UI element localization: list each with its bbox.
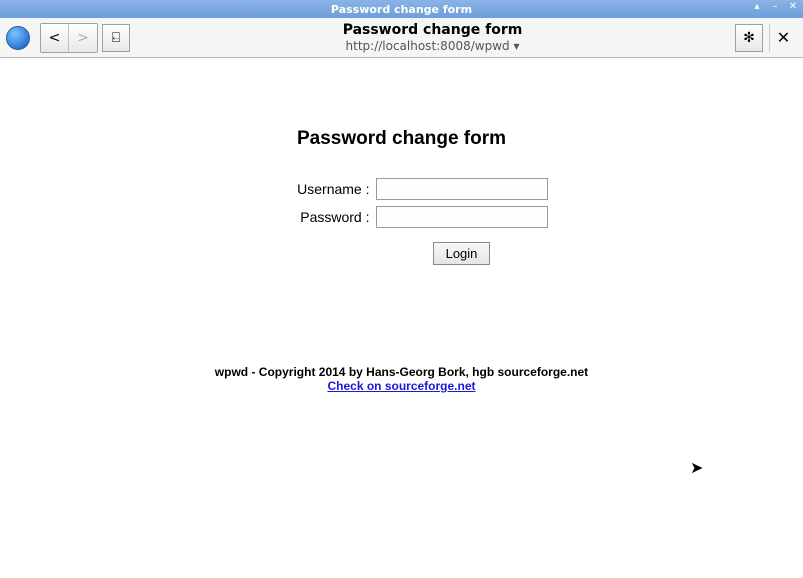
password-row: Password : <box>20 206 783 228</box>
browser-toolbar: < > ⍇ Password change form http://localh… <box>0 18 803 58</box>
globe-icon[interactable] <box>6 26 30 50</box>
settings-button[interactable]: ✻ <box>735 24 763 52</box>
forward-button[interactable]: > <box>69 24 97 52</box>
bookmark-icon: ⍇ <box>112 30 120 46</box>
password-label: Password : <box>256 209 376 225</box>
nav-group: < > <box>40 23 98 53</box>
close-icon: ✕ <box>777 28 790 47</box>
mouse-cursor: ➤ <box>690 458 703 477</box>
address-block[interactable]: Password change form http://localhost:80… <box>134 22 731 53</box>
forward-icon: > <box>77 30 89 46</box>
footer: wpwd - Copyright 2014 by Hans-Georg Bork… <box>20 365 783 393</box>
window-controls: ▴ – ✕ <box>750 1 800 12</box>
minimize-button[interactable]: ▴ <box>750 1 764 12</box>
page-title: Password change form <box>134 22 731 39</box>
copyright-text: wpwd - Copyright 2014 by Hans-Georg Bork… <box>20 365 783 379</box>
window-titlebar: Password change form ▴ – ✕ <box>0 0 803 18</box>
window-close-button[interactable]: ✕ <box>786 1 800 12</box>
window-title: Password change form <box>331 3 472 16</box>
bookmark-button[interactable]: ⍇ <box>102 24 130 52</box>
username-row: Username : <box>20 178 783 200</box>
page-url: http://localhost:8008/wpwd ▾ <box>134 39 731 53</box>
toolbar-right: ✻ ✕ <box>735 24 797 52</box>
sourceforge-link[interactable]: Check on sourceforge.net <box>327 379 475 393</box>
login-button[interactable]: Login <box>433 242 491 265</box>
back-button[interactable]: < <box>41 24 69 52</box>
page-content: Password change form Username : Password… <box>0 58 803 413</box>
restore-button[interactable]: – <box>768 1 782 12</box>
password-input[interactable] <box>376 206 548 228</box>
login-row: Login <box>20 242 783 265</box>
page-heading: Password change form <box>20 128 783 150</box>
username-label: Username : <box>256 181 376 197</box>
gear-icon: ✻ <box>743 30 755 46</box>
tab-close-button[interactable]: ✕ <box>769 24 797 52</box>
back-icon: < <box>49 30 61 46</box>
username-input[interactable] <box>376 178 548 200</box>
